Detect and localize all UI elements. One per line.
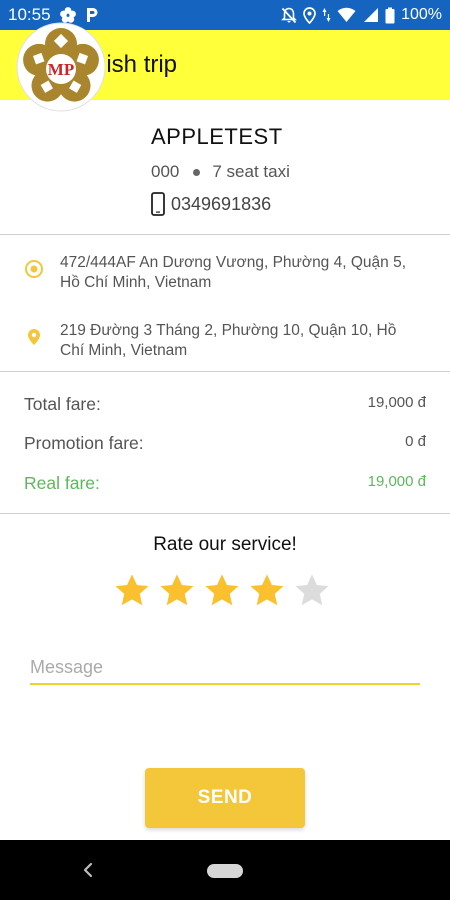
battery-percentage: 100% — [401, 6, 442, 23]
divider — [0, 371, 450, 372]
send-button[interactable]: SEND — [145, 768, 305, 828]
message-input[interactable] — [30, 651, 420, 685]
star-icon[interactable] — [248, 572, 286, 610]
logo-text: MP — [48, 60, 74, 79]
total-fare-value: 19,000 đ — [367, 394, 426, 411]
company-logo: MP — [16, 22, 106, 112]
rating-stars — [113, 572, 331, 610]
vehicle-info: 000 7 seat taxi — [151, 162, 290, 182]
signal-icon — [364, 8, 379, 22]
parking-icon — [86, 8, 98, 22]
pickup-icon — [25, 260, 43, 278]
star-icon[interactable] — [158, 572, 196, 610]
plate-number: 000 — [151, 162, 180, 181]
total-fare-row: Total fare: 19,000 đ — [24, 394, 426, 415]
real-fare-label: Real fare: — [24, 473, 100, 493]
phone-number: 0349691836 — [171, 193, 272, 214]
separator-dot — [193, 168, 201, 176]
data-icon — [322, 8, 331, 22]
wifi-icon — [337, 7, 356, 23]
dropoff-address-row: 219 Đường 3 Tháng 2, Phường 10, Quận 10,… — [24, 321, 424, 361]
total-fare-label: Total fare: — [24, 394, 101, 414]
navigation-bar — [0, 840, 450, 900]
real-fare-row: Real fare: 19,000 đ — [24, 473, 426, 494]
home-icon[interactable] — [207, 864, 243, 878]
star-icon[interactable] — [203, 572, 241, 610]
divider — [0, 234, 450, 235]
real-fare-value: 19,000 đ — [367, 473, 426, 490]
pickup-address: 472/444AF An Dương Vương, Phường 4, Quận… — [60, 254, 406, 291]
pickup-address-row: 472/444AF An Dương Vương, Phường 4, Quận… — [24, 253, 424, 293]
vehicle-type: 7 seat taxi — [212, 162, 290, 181]
back-icon[interactable] — [78, 858, 98, 882]
dropoff-icon — [28, 329, 40, 345]
promotion-fare-label: Promotion fare: — [24, 433, 144, 453]
divider — [0, 513, 450, 514]
notifications-off-icon — [281, 7, 298, 23]
driver-name: APPLETEST — [151, 124, 283, 149]
dropoff-address: 219 Đường 3 Tháng 2, Phường 10, Quận 10,… — [60, 322, 397, 359]
star-icon[interactable] — [113, 572, 151, 610]
rating-title: Rate our service! — [153, 534, 297, 555]
battery-icon — [385, 7, 395, 23]
phone-icon — [151, 192, 165, 216]
promotion-fare-value: 0 đ — [405, 433, 426, 450]
star-icon[interactable] — [293, 572, 331, 610]
driver-phone[interactable]: 0349691836 — [151, 192, 271, 216]
location-icon — [303, 6, 316, 24]
promotion-fare-row: Promotion fare: 0 đ — [24, 433, 426, 454]
